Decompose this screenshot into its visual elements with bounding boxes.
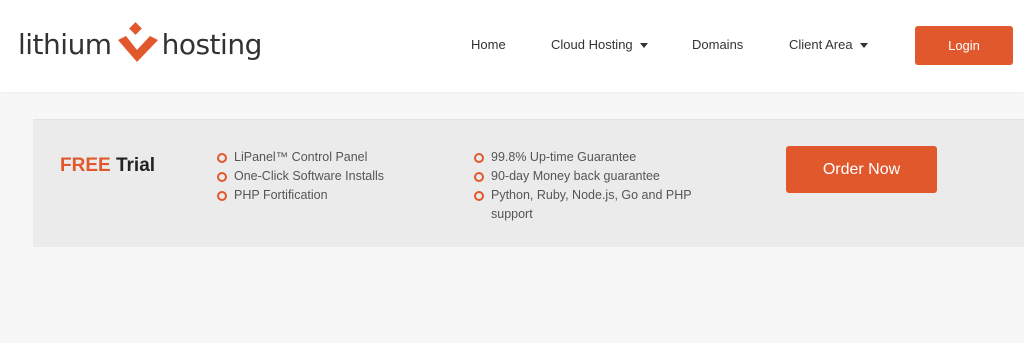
- nav-cloud-hosting[interactable]: Cloud Hosting: [551, 37, 648, 52]
- free-trial-heading: FREE Trial: [60, 155, 155, 177]
- list-item: 99.8% Up-time Guarantee: [474, 148, 714, 167]
- feature-text: 99.8% Up-time Guarantee: [491, 150, 637, 164]
- circle-bullet-icon: [217, 153, 227, 163]
- feature-text: One-Click Software Installs: [234, 169, 385, 183]
- feature-text: 90-day Money back guarantee: [491, 169, 660, 183]
- feature-text: Python, Ruby, Node.js, Go and PHP suppor…: [491, 188, 692, 221]
- nav-client-area-label: Client Area: [789, 37, 853, 52]
- site-header: lithium hosting Home Cloud Hosting Domai…: [0, 0, 1024, 92]
- list-item: Python, Ruby, Node.js, Go and PHP suppor…: [474, 186, 714, 224]
- list-item: 90-day Money back guarantee: [474, 167, 714, 186]
- free-word: FREE: [60, 155, 111, 176]
- caret-down-icon: [859, 42, 868, 48]
- circle-bullet-icon: [474, 172, 484, 182]
- nav-home-label: Home: [471, 37, 506, 52]
- login-button[interactable]: Login: [915, 26, 1013, 65]
- logo-left-word: lithium: [18, 28, 112, 61]
- circle-bullet-icon: [217, 191, 227, 201]
- feature-list-left: LiPanel™ Control Panel One-Click Softwar…: [217, 148, 427, 205]
- circle-bullet-icon: [474, 191, 484, 201]
- nav-client-area[interactable]: Client Area: [789, 37, 868, 52]
- site-logo[interactable]: lithium hosting: [18, 22, 262, 68]
- list-item: PHP Fortification: [217, 186, 427, 205]
- circle-bullet-icon: [217, 172, 227, 182]
- order-now-button[interactable]: Order Now: [786, 146, 937, 193]
- caret-down-icon: [639, 42, 648, 48]
- feature-text: LiPanel™ Control Panel: [234, 150, 368, 164]
- nav-cloud-hosting-label: Cloud Hosting: [551, 37, 633, 52]
- list-item: One-Click Software Installs: [217, 167, 427, 186]
- lithium-logo-icon: [117, 22, 158, 62]
- feature-list-right: 99.8% Up-time Guarantee 90-day Money bac…: [474, 148, 714, 224]
- nav-domains-label: Domains: [692, 37, 744, 52]
- nav-domains[interactable]: Domains: [692, 37, 743, 52]
- feature-text: PHP Fortification: [234, 188, 328, 202]
- nav-home[interactable]: Home: [471, 37, 506, 52]
- free-trial-panel: FREE Trial LiPanel™ Control Panel One-Cl…: [33, 119, 1024, 247]
- circle-bullet-icon: [474, 153, 484, 163]
- logo-right-word: hosting: [161, 28, 263, 61]
- trial-word: Trial: [115, 155, 156, 176]
- list-item: LiPanel™ Control Panel: [217, 148, 427, 167]
